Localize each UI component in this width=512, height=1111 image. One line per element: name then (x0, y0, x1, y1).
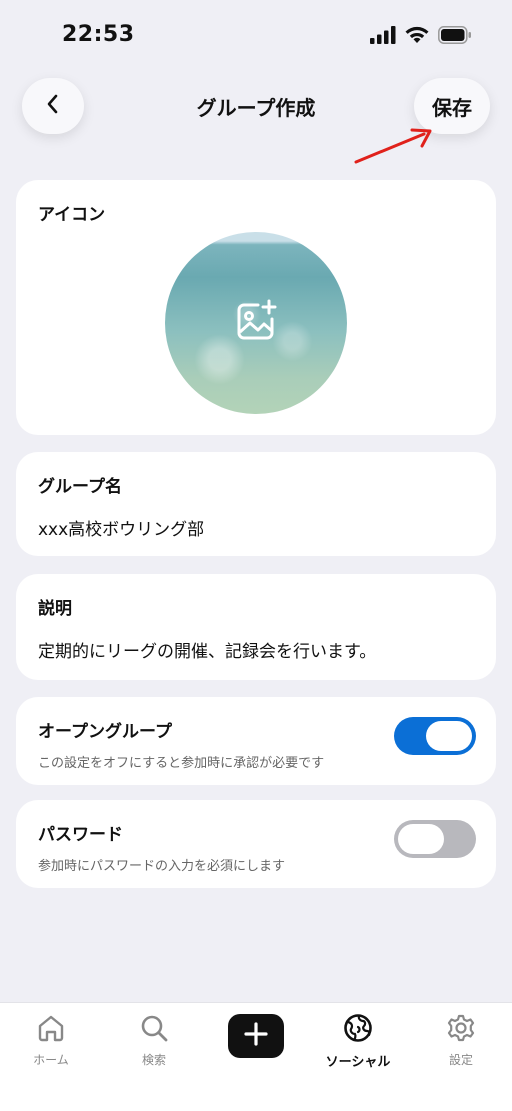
open-group-card: オープングループ この設定をオフにすると参加時に承認が必要です (16, 697, 496, 785)
group-icon-picker[interactable] (165, 232, 347, 414)
status-bar: 22:53 (0, 0, 512, 70)
tab-social-label: ソーシャル (325, 1055, 391, 1070)
plus-icon (244, 1022, 268, 1050)
password-card: パスワード 参加時にパスワードの入力を必須にします (16, 800, 496, 888)
description-field[interactable]: 定期的にリーグの開催、記録会を行います。 (38, 637, 474, 662)
tab-home[interactable]: ホーム (11, 1013, 91, 1068)
open-group-toggle[interactable] (394, 717, 476, 755)
tab-search-label: 検索 (141, 1053, 166, 1067)
tab-home-label: ホーム (33, 1053, 69, 1067)
wifi-icon (404, 26, 430, 48)
red-arrow-annotation (350, 126, 440, 172)
battery-icon (438, 26, 472, 48)
signal-icon (370, 26, 396, 48)
toggle-knob (398, 824, 444, 854)
tab-search[interactable]: 検索 (114, 1013, 194, 1068)
globe-icon (343, 1013, 373, 1047)
group-name-card[interactable]: グループ名 xxx高校ボウリング部 (16, 452, 496, 556)
icon-section-label: アイコン (38, 205, 106, 225)
search-icon (139, 1013, 169, 1047)
create-button[interactable] (228, 1014, 284, 1058)
toggle-knob (426, 721, 472, 751)
icon-card: アイコン (16, 180, 496, 435)
group-name-field[interactable]: xxx高校ボウリング部 (38, 515, 474, 540)
group-name-label: グループ名 (38, 477, 122, 497)
home-icon (36, 1013, 66, 1047)
status-icons (370, 26, 472, 48)
description-card[interactable]: 説明 定期的にリーグの開催、記録会を行います。 (16, 574, 496, 680)
tab-settings[interactable]: 設定 (421, 1013, 501, 1068)
gear-icon (446, 1013, 476, 1047)
tab-bar: ホーム 検索 ソーシャル 設定 (0, 1002, 512, 1111)
password-toggle[interactable] (394, 820, 476, 858)
tab-social[interactable]: ソーシャル (318, 1013, 398, 1070)
status-time: 22:53 (62, 22, 135, 47)
add-photo-icon (234, 299, 278, 347)
description-label: 説明 (38, 599, 72, 619)
tab-settings-label: 設定 (448, 1053, 473, 1067)
